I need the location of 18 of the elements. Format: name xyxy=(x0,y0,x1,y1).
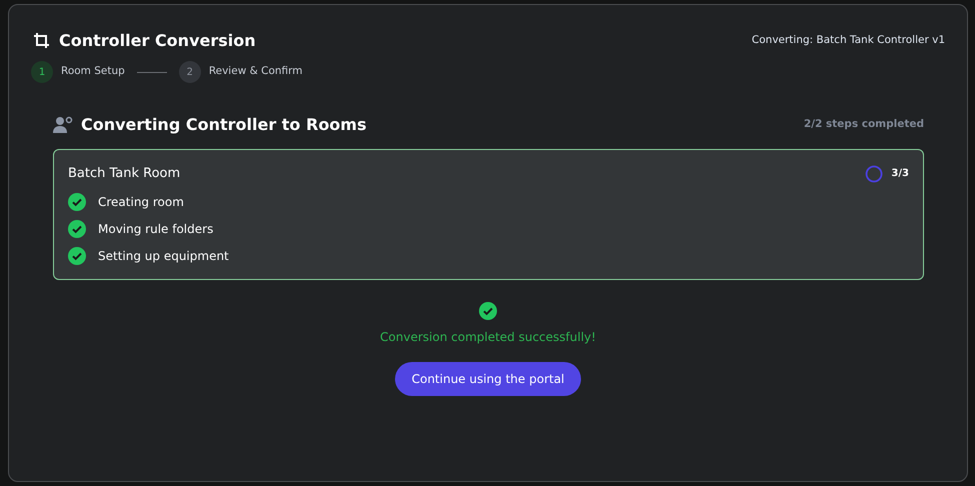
success-message: Conversion completed successfully! xyxy=(380,328,596,346)
check-icon xyxy=(479,302,497,320)
step-number: 2 xyxy=(178,61,201,83)
task-count: 3/3 xyxy=(891,167,909,182)
task-label: Setting up equipment xyxy=(98,248,229,264)
step-label[interactable]: Review & Confirm xyxy=(208,64,303,80)
spinner-icon xyxy=(865,164,884,183)
dialog-title: Controller Conversion xyxy=(59,30,256,52)
progress-text: 2/2 steps completed xyxy=(804,117,924,132)
dialog-subtitle: Converting: Batch Tank Controller v1 xyxy=(752,33,945,48)
task-label: Moving rule folders xyxy=(98,220,214,238)
task-label: Creating room xyxy=(98,194,184,210)
crop-icon xyxy=(33,32,51,50)
step-number: 1 xyxy=(31,61,53,83)
room-name: Batch Tank Room xyxy=(68,165,180,183)
step-label[interactable]: Room Setup xyxy=(61,64,125,80)
section-title: Converting Controller to Rooms xyxy=(81,114,366,136)
continue-button[interactable]: Continue using the portal xyxy=(394,362,582,396)
